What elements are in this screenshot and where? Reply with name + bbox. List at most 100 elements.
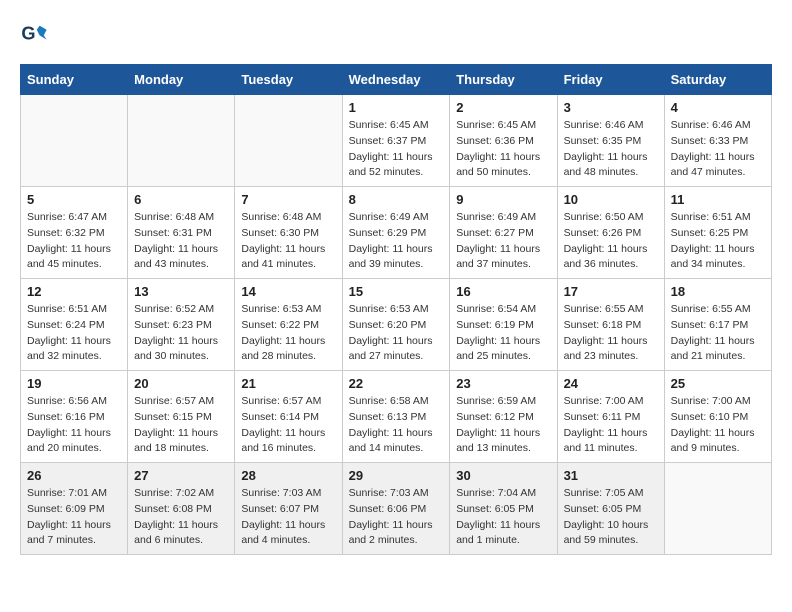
day-number: 9 xyxy=(456,192,550,207)
day-number: 20 xyxy=(134,376,228,391)
day-number: 24 xyxy=(564,376,658,391)
day-number: 3 xyxy=(564,100,658,115)
day-number: 31 xyxy=(564,468,658,483)
day-info: Sunrise: 6:45 AM Sunset: 6:37 PM Dayligh… xyxy=(349,118,444,181)
calendar-cell: 30Sunrise: 7:04 AM Sunset: 6:05 PM Dayli… xyxy=(450,463,557,555)
calendar-cell: 19 Sunrise: 6:56 AM Sunset: 6:16 PM Dayli… xyxy=(21,371,128,463)
day-number: 14 xyxy=(241,284,335,299)
day-number: 22 xyxy=(349,376,444,391)
day-number: 27 xyxy=(134,468,228,483)
calendar-cell: 14 Sunrise: 6:53 AM Sunset: 6:22 PM Dayli… xyxy=(235,279,342,371)
day-info: Sunrise: 7:03 AM Sunset: 6:07 PM Dayligh… xyxy=(241,486,335,549)
day-number: 4 xyxy=(671,100,765,115)
calendar-week-row: 19 Sunrise: 6:56 AM Sunset: 6:16 PM Dayli… xyxy=(21,371,772,463)
calendar-cell: 4 Sunrise: 6:46 AM Sunset: 6:33 PM Daylig… xyxy=(664,95,771,187)
day-number: 7 xyxy=(241,192,335,207)
day-info: Sunrise: 6:45 AM Sunset: 6:36 PM Dayligh… xyxy=(456,118,550,181)
col-header-tuesday: Tuesday xyxy=(235,65,342,95)
day-number: 25 xyxy=(671,376,765,391)
day-info: Sunrise: 6:46 AM Sunset: 6:35 PM Dayligh… xyxy=(564,118,658,181)
calendar-cell: 22 Sunrise: 6:58 AM Sunset: 6:13 PM Dayli… xyxy=(342,371,450,463)
day-info: Sunrise: 6:53 AM Sunset: 6:22 PM Dayligh… xyxy=(241,302,335,365)
calendar-cell xyxy=(128,95,235,187)
day-number: 23 xyxy=(456,376,550,391)
logo: G xyxy=(20,20,52,48)
day-info: Sunrise: 6:47 AM Sunset: 6:32 PM Dayligh… xyxy=(27,210,121,273)
calendar-header-row: SundayMondayTuesdayWednesdayThursdayFrid… xyxy=(21,65,772,95)
day-number: 15 xyxy=(349,284,444,299)
calendar-cell: 15 Sunrise: 6:53 AM Sunset: 6:20 PM Dayli… xyxy=(342,279,450,371)
day-number: 13 xyxy=(134,284,228,299)
calendar-cell: 6 Sunrise: 6:48 AM Sunset: 6:31 PM Daylig… xyxy=(128,187,235,279)
day-info: Sunrise: 6:48 AM Sunset: 6:31 PM Dayligh… xyxy=(134,210,228,273)
col-header-thursday: Thursday xyxy=(450,65,557,95)
day-number: 12 xyxy=(27,284,121,299)
day-info: Sunrise: 7:01 AM Sunset: 6:09 PM Dayligh… xyxy=(27,486,121,549)
col-header-sunday: Sunday xyxy=(21,65,128,95)
day-info: Sunrise: 6:51 AM Sunset: 6:25 PM Dayligh… xyxy=(671,210,765,273)
day-info: Sunrise: 6:57 AM Sunset: 6:15 PM Dayligh… xyxy=(134,394,228,457)
day-info: Sunrise: 6:55 AM Sunset: 6:18 PM Dayligh… xyxy=(564,302,658,365)
day-info: Sunrise: 7:00 AM Sunset: 6:11 PM Dayligh… xyxy=(564,394,658,457)
svg-text:G: G xyxy=(21,24,35,44)
day-number: 2 xyxy=(456,100,550,115)
col-header-friday: Friday xyxy=(557,65,664,95)
calendar-cell: 3 Sunrise: 6:46 AM Sunset: 6:35 PM Daylig… xyxy=(557,95,664,187)
calendar-cell: 11 Sunrise: 6:51 AM Sunset: 6:25 PM Dayli… xyxy=(664,187,771,279)
calendar-cell xyxy=(235,95,342,187)
calendar-cell: 10 Sunrise: 6:50 AM Sunset: 6:26 PM Dayli… xyxy=(557,187,664,279)
calendar-week-row: 1 Sunrise: 6:45 AM Sunset: 6:37 PM Daylig… xyxy=(21,95,772,187)
day-info: Sunrise: 6:55 AM Sunset: 6:17 PM Dayligh… xyxy=(671,302,765,365)
col-header-monday: Monday xyxy=(128,65,235,95)
day-number: 5 xyxy=(27,192,121,207)
day-number: 16 xyxy=(456,284,550,299)
day-info: Sunrise: 6:56 AM Sunset: 6:16 PM Dayligh… xyxy=(27,394,121,457)
calendar-cell: 20 Sunrise: 6:57 AM Sunset: 6:15 PM Dayli… xyxy=(128,371,235,463)
calendar-week-row: 26 Sunrise: 7:01 AM Sunset: 6:09 PM Dayli… xyxy=(21,463,772,555)
calendar-cell: 28 Sunrise: 7:03 AM Sunset: 6:07 PM Dayli… xyxy=(235,463,342,555)
day-number: 11 xyxy=(671,192,765,207)
calendar-cell: 13Sunrise: 6:52 AM Sunset: 6:23 PM Dayli… xyxy=(128,279,235,371)
day-number: 10 xyxy=(564,192,658,207)
day-info: Sunrise: 6:57 AM Sunset: 6:14 PM Dayligh… xyxy=(241,394,335,457)
calendar-week-row: 5 Sunrise: 6:47 AM Sunset: 6:32 PM Daylig… xyxy=(21,187,772,279)
calendar-cell xyxy=(21,95,128,187)
day-number: 17 xyxy=(564,284,658,299)
calendar-cell: 31Sunrise: 7:05 AM Sunset: 6:05 PM Dayli… xyxy=(557,463,664,555)
day-number: 18 xyxy=(671,284,765,299)
calendar-cell xyxy=(664,463,771,555)
day-info: Sunrise: 6:46 AM Sunset: 6:33 PM Dayligh… xyxy=(671,118,765,181)
calendar-cell: 2 Sunrise: 6:45 AM Sunset: 6:36 PM Daylig… xyxy=(450,95,557,187)
day-info: Sunrise: 7:03 AM Sunset: 6:06 PM Dayligh… xyxy=(349,486,444,549)
day-info: Sunrise: 6:59 AM Sunset: 6:12 PM Dayligh… xyxy=(456,394,550,457)
day-number: 1 xyxy=(349,100,444,115)
day-number: 29 xyxy=(349,468,444,483)
page-header: G xyxy=(20,20,772,48)
day-info: Sunrise: 6:53 AM Sunset: 6:20 PM Dayligh… xyxy=(349,302,444,365)
calendar-cell: 8 Sunrise: 6:49 AM Sunset: 6:29 PM Daylig… xyxy=(342,187,450,279)
calendar-cell: 1 Sunrise: 6:45 AM Sunset: 6:37 PM Daylig… xyxy=(342,95,450,187)
col-header-wednesday: Wednesday xyxy=(342,65,450,95)
calendar-cell: 25 Sunrise: 7:00 AM Sunset: 6:10 PM Dayli… xyxy=(664,371,771,463)
day-info: Sunrise: 7:00 AM Sunset: 6:10 PM Dayligh… xyxy=(671,394,765,457)
day-info: Sunrise: 6:58 AM Sunset: 6:13 PM Dayligh… xyxy=(349,394,444,457)
calendar-cell: 17 Sunrise: 6:55 AM Sunset: 6:18 PM Dayli… xyxy=(557,279,664,371)
day-info: Sunrise: 6:48 AM Sunset: 6:30 PM Dayligh… xyxy=(241,210,335,273)
calendar-cell: 27Sunrise: 7:02 AM Sunset: 6:08 PM Dayli… xyxy=(128,463,235,555)
day-info: Sunrise: 6:49 AM Sunset: 6:29 PM Dayligh… xyxy=(349,210,444,273)
day-info: Sunrise: 6:50 AM Sunset: 6:26 PM Dayligh… xyxy=(564,210,658,273)
day-info: Sunrise: 6:54 AM Sunset: 6:19 PM Dayligh… xyxy=(456,302,550,365)
day-number: 6 xyxy=(134,192,228,207)
day-number: 26 xyxy=(27,468,121,483)
calendar-cell: 7 Sunrise: 6:48 AM Sunset: 6:30 PM Daylig… xyxy=(235,187,342,279)
day-number: 8 xyxy=(349,192,444,207)
day-number: 28 xyxy=(241,468,335,483)
calendar-table: SundayMondayTuesdayWednesdayThursdayFrid… xyxy=(20,64,772,555)
day-info: Sunrise: 6:49 AM Sunset: 6:27 PM Dayligh… xyxy=(456,210,550,273)
calendar-cell: 21Sunrise: 6:57 AM Sunset: 6:14 PM Dayli… xyxy=(235,371,342,463)
day-number: 19 xyxy=(27,376,121,391)
calendar-cell: 18 Sunrise: 6:55 AM Sunset: 6:17 PM Dayli… xyxy=(664,279,771,371)
calendar-cell: 5 Sunrise: 6:47 AM Sunset: 6:32 PM Daylig… xyxy=(21,187,128,279)
logo-icon: G xyxy=(20,20,48,48)
calendar-cell: 23 Sunrise: 6:59 AM Sunset: 6:12 PM Dayli… xyxy=(450,371,557,463)
